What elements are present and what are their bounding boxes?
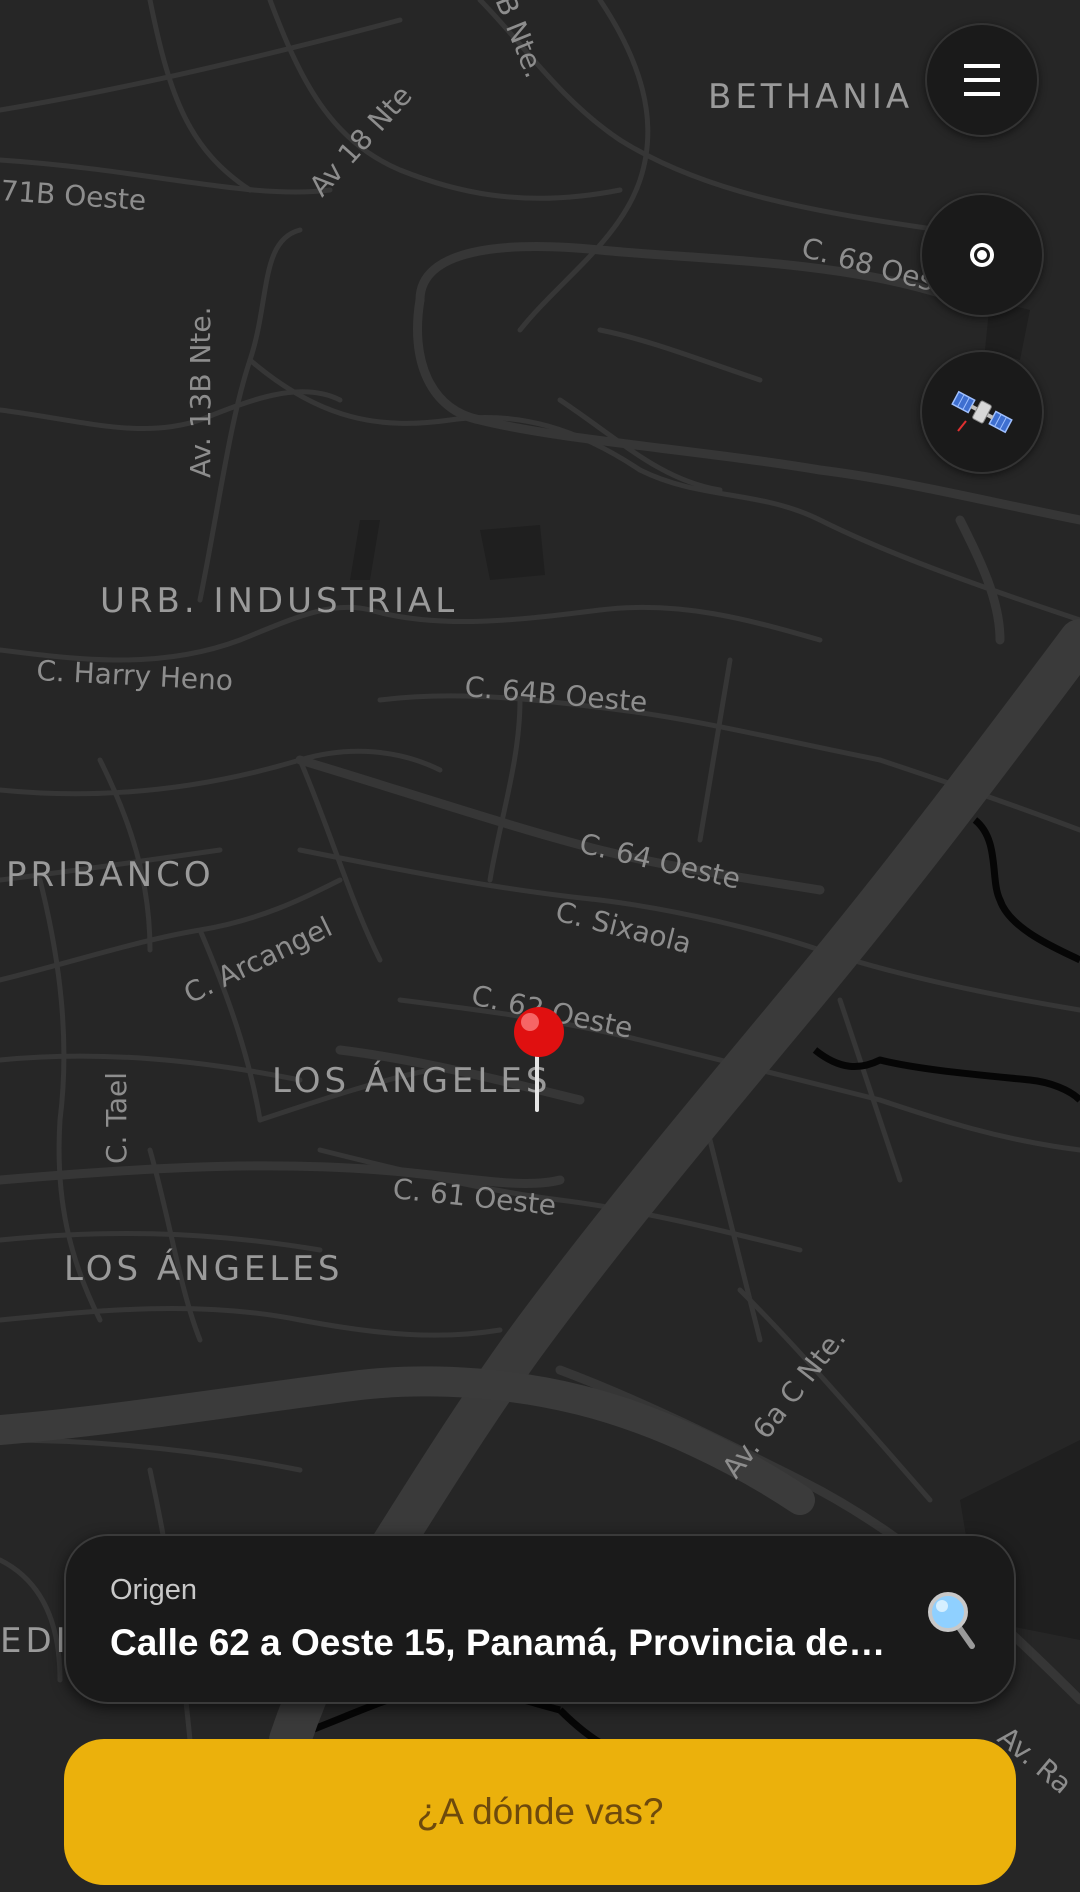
street-label: C. 68 Oes bbox=[798, 231, 938, 298]
satellite-view-button[interactable] bbox=[920, 350, 1044, 474]
search-button[interactable] bbox=[924, 1588, 984, 1652]
street-label: C. Tael bbox=[100, 1072, 133, 1164]
menu-button[interactable] bbox=[925, 23, 1039, 137]
street-label: C. Harry Heno bbox=[36, 654, 234, 697]
magnifier-icon bbox=[928, 1592, 975, 1649]
area-label-urb-industrial: URB. INDUSTRIAL bbox=[100, 581, 458, 621]
street-label: C. 64 Oeste bbox=[576, 827, 743, 896]
area-label-los-angeles: LOS ÁNGELES bbox=[272, 1060, 551, 1101]
origin-label: Origen bbox=[110, 1574, 198, 1606]
street-label: Av 18 Nte bbox=[303, 79, 419, 203]
satellite-icon bbox=[951, 390, 1013, 434]
street-label: Av. 13B Nte. bbox=[184, 307, 217, 479]
area-label-bethania: BETHANIA bbox=[708, 77, 913, 117]
street-label: B Nte. bbox=[489, 0, 552, 83]
origin-card[interactable]: Origen Calle 62 a Oeste 15, Panamá, Prov… bbox=[64, 1534, 1016, 1704]
map-block bbox=[480, 525, 545, 580]
area-label-pribanco: PRIBANCO bbox=[6, 855, 215, 895]
street-label: Av. 6a C Nte. bbox=[716, 1322, 853, 1484]
target-icon bbox=[970, 243, 994, 267]
origin-address[interactable]: Calle 62 a Oeste 15, Panamá, Provincia d… bbox=[110, 1622, 890, 1664]
menu-icon bbox=[964, 64, 1000, 96]
locate-button[interactable] bbox=[920, 193, 1044, 317]
street-label: C. Arcangel bbox=[179, 910, 338, 1010]
medium-streets bbox=[0, 242, 1080, 1705]
map-block bbox=[350, 520, 380, 580]
area-label-edi: EDI bbox=[0, 1621, 70, 1661]
street-label: 71B Oeste bbox=[0, 174, 147, 217]
street-label: C. 64B Oeste bbox=[463, 670, 648, 719]
where-to-button[interactable]: ¿A dónde vas? bbox=[64, 1739, 1016, 1885]
area-label-los-angeles: LOS ÁNGELES bbox=[64, 1248, 343, 1289]
